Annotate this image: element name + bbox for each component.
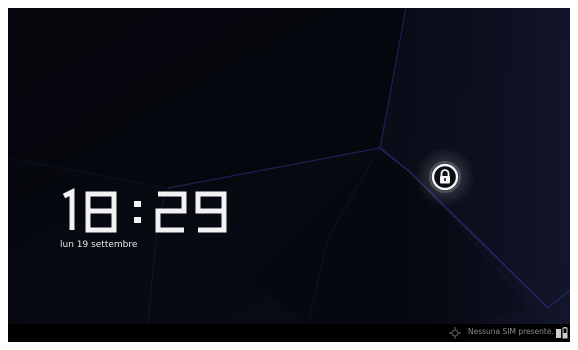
sim-status-text: Nessuna SIM presente. (468, 327, 554, 336)
padlock-icon (429, 161, 461, 193)
date-label: lun 19 settembre (60, 240, 138, 250)
device-frame: lun 19 settembre Nessuna SIM presente. (0, 0, 578, 350)
clock-time (62, 187, 227, 233)
unlock-handle[interactable] (428, 160, 462, 194)
battery-icon (556, 324, 568, 342)
wallpaper (8, 8, 570, 324)
gps-icon (448, 324, 462, 342)
status-bar: Nessuna SIM presente. (8, 324, 570, 342)
lock-screen: lun 19 settembre Nessuna SIM presente. (8, 8, 570, 342)
